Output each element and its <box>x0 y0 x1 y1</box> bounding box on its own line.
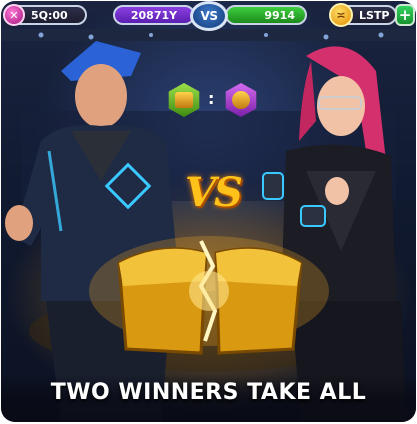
rank-label: LSTP <box>359 8 390 22</box>
vs-badge: VS <box>190 1 228 31</box>
versus-text: VS <box>185 169 243 216</box>
player1-score: 20871Y <box>130 8 178 22</box>
player2-score-bar: 9914 <box>225 5 307 25</box>
game-card: ✕ 5Q:00 20871Y 9914 VS ≍ LSTP + : VS TWO… <box>1 1 416 422</box>
add-button[interactable]: + <box>395 4 415 26</box>
treasure-chest-icon <box>175 92 193 108</box>
player1-score-bar: 20871Y <box>113 5 195 25</box>
top-bar: ✕ 5Q:00 20871Y 9914 VS ≍ LSTP + <box>1 1 416 31</box>
currency-pill[interactable]: ✕ 5Q:00 <box>3 4 87 26</box>
left-fighter <box>5 41 181 422</box>
split-golden-chest <box>89 236 329 355</box>
player2-score: 9914 <box>264 8 295 22</box>
footer-title: TWO WINNERS TAKE ALL <box>50 380 367 405</box>
gem-icon: ✕ <box>3 4 25 26</box>
separator: : <box>208 89 215 108</box>
plus-icon: + <box>398 6 412 24</box>
currency-value: 5Q:00 <box>31 8 68 22</box>
coin-icon <box>232 91 250 109</box>
rank-pill[interactable]: ≍ LSTP <box>329 3 397 27</box>
vs-badge-label: VS <box>200 9 218 23</box>
angry-face-icon: ≍ <box>329 3 353 27</box>
